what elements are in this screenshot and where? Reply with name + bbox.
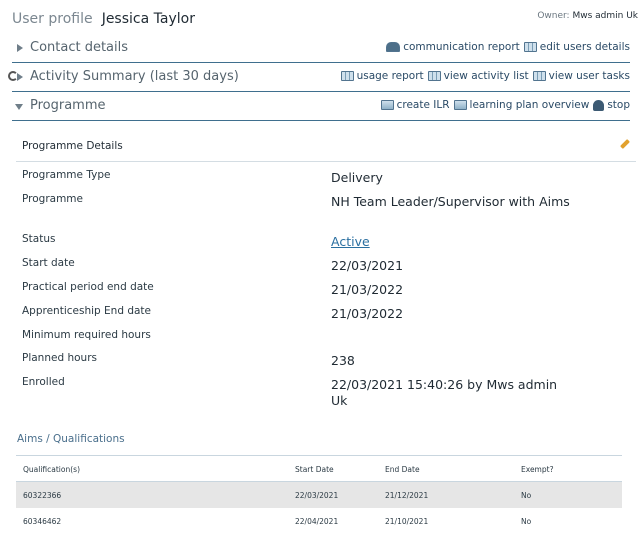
stop-icon <box>593 99 605 111</box>
start-date-cell: 22/04/2021 <box>295 517 339 526</box>
detail-key: Minimum required hours <box>22 329 151 341</box>
aims-table: Qualification(s) Start Date End Date Exe… <box>16 455 622 534</box>
owner-name: Mws admin Uk <box>572 11 638 21</box>
contact-links: communication report edit users details <box>386 41 630 53</box>
create-ilr-label: create ILR <box>396 99 450 111</box>
view-user-tasks-link[interactable]: view user tasks <box>532 70 630 82</box>
column-header[interactable]: Exempt? <box>521 465 554 474</box>
detail-key: Planned hours <box>22 352 97 364</box>
end-date-cell: 21/12/2021 <box>385 491 429 500</box>
view-activity-list-label: view activity list <box>443 70 529 82</box>
programme-links: create ILR learning plan overview stop <box>380 99 630 111</box>
detail-key: Practical period end date <box>22 281 154 293</box>
expand-arrow-icon[interactable] <box>17 44 23 52</box>
exempt-cell: No <box>521 491 532 500</box>
section-contact-details[interactable]: Contact details communication report edi… <box>12 35 630 63</box>
stop-label: stop <box>607 99 630 111</box>
usage-report-link[interactable]: usage report <box>340 70 424 82</box>
qualification-cell: 60346462 <box>23 517 62 526</box>
owner-label: Owner: <box>537 11 570 21</box>
stop-link[interactable]: stop <box>593 99 630 111</box>
usage-report-label: usage report <box>356 70 424 82</box>
profile-header: User profile Jessica Taylor Owner: Mws a… <box>12 8 638 30</box>
table-row[interactable]: 60322366 22/03/2021 21/12/2021 No <box>16 482 622 508</box>
detail-key: Start date <box>22 257 75 269</box>
learning-plan-overview-label: learning plan overview <box>469 99 590 111</box>
detail-key: Status <box>22 233 56 245</box>
expand-arrow-icon[interactable] <box>17 73 23 81</box>
edit-user-details-label: edit users details <box>539 41 630 53</box>
aims-title: Aims / Qualifications <box>17 433 125 445</box>
column-header[interactable]: Start Date <box>295 465 334 474</box>
end-date-cell: 21/10/2021 <box>385 517 429 526</box>
detail-value: 22/03/2021 15:40:26 by Mws admin Uk <box>331 377 558 408</box>
qualification-cell: 60322366 <box>23 491 62 500</box>
detail-key: Programme Type <box>22 169 111 181</box>
status-link[interactable]: Active <box>331 234 571 250</box>
start-date-cell: 22/03/2021 <box>295 491 339 500</box>
collapse-arrow-icon[interactable] <box>15 104 23 110</box>
user-name: Jessica Taylor <box>101 11 195 27</box>
detail-key: Apprenticeship End date <box>22 305 151 317</box>
column-header[interactable]: Qualification(s) <box>23 465 80 474</box>
detail-value: 21/03/2022 <box>331 282 404 297</box>
programme-details-panel: Programme Details <box>16 132 636 162</box>
detail-value: 22/03/2021 <box>331 258 404 273</box>
detail-value: 238 <box>331 353 355 368</box>
section-title-programme[interactable]: Programme <box>30 98 106 113</box>
programme-details-header: Programme Details <box>16 132 636 162</box>
communication-report-link[interactable]: communication report <box>386 41 520 53</box>
pencil-icon[interactable] <box>620 139 630 149</box>
grid-icon <box>532 71 546 81</box>
people-icon <box>386 42 401 52</box>
communication-report-label: communication report <box>403 41 520 53</box>
detail-value: Delivery <box>331 170 383 185</box>
section-title-contact[interactable]: Contact details <box>30 40 128 55</box>
section-activity-summary[interactable]: Activity Summary (last 30 days) usage re… <box>8 64 630 92</box>
grid-icon <box>523 42 537 52</box>
grid-icon <box>427 71 441 81</box>
table-row[interactable]: 60346462 22/04/2021 21/10/2021 No <box>16 508 622 534</box>
detail-value: 21/03/2022 <box>331 306 404 321</box>
detail-value: NH Team Leader/Supervisor with Aims <box>331 194 570 209</box>
column-header[interactable]: End Date <box>385 465 420 474</box>
learning-plan-overview-link[interactable]: learning plan overview <box>453 99 590 111</box>
edit-user-details-link[interactable]: edit users details <box>523 41 630 53</box>
detail-key: Enrolled <box>22 376 65 388</box>
section-title-activity[interactable]: Activity Summary (last 30 days) <box>30 69 239 84</box>
programme-details-heading: Programme Details <box>22 140 123 152</box>
window-icon <box>453 100 467 110</box>
profile-label: User profile <box>12 11 93 27</box>
activity-links: usage report view activity list view use… <box>340 70 630 82</box>
window-icon <box>380 100 394 110</box>
view-user-tasks-label: view user tasks <box>548 70 630 82</box>
grid-icon <box>340 71 354 81</box>
detail-key: Programme <box>22 193 83 205</box>
table-header-row: Qualification(s) Start Date End Date Exe… <box>16 456 622 482</box>
section-programme[interactable]: Programme create ILR learning plan overv… <box>12 93 630 121</box>
exempt-cell: No <box>521 517 532 526</box>
create-ilr-link[interactable]: create ILR <box>380 99 450 111</box>
view-activity-list-link[interactable]: view activity list <box>427 70 529 82</box>
owner-info: Owner: Mws admin Uk <box>537 11 638 21</box>
